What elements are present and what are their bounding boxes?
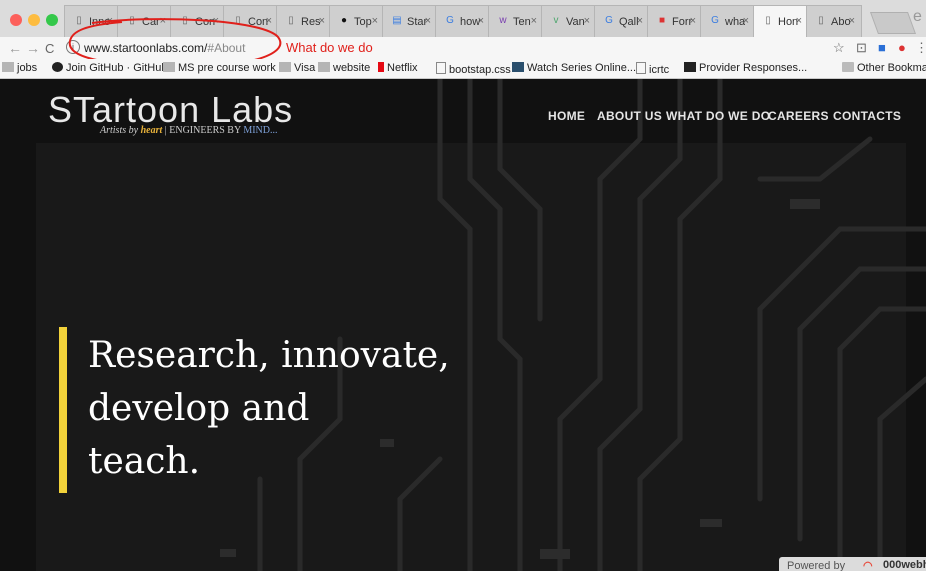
- folder-icon: [318, 62, 330, 72]
- close-tab-icon[interactable]: ×: [849, 15, 855, 27]
- bookmark-item[interactable]: Netflix: [378, 62, 418, 74]
- bookmark-item[interactable]: MS pre course work: [163, 62, 276, 74]
- other-bookmarks[interactable]: Other Bookmarks: [842, 62, 926, 74]
- menu-icon[interactable]: ⋮: [915, 40, 926, 56]
- browser-tab[interactable]: Ghow ×: [435, 5, 491, 37]
- hero-line: teach.: [88, 441, 201, 482]
- browser-tab[interactable]: ▤ Star ×: [382, 5, 438, 37]
- series-icon: [512, 62, 524, 72]
- close-tab-icon[interactable]: ×: [372, 15, 378, 27]
- browser-tab[interactable]: ■ Forr ×: [647, 5, 703, 37]
- w-icon: w: [499, 15, 507, 26]
- new-tab-button[interactable]: [869, 12, 917, 34]
- hero-line: develop and: [88, 388, 310, 429]
- google-icon: G: [711, 15, 719, 26]
- back-icon[interactable]: ←: [8, 40, 22, 56]
- folder-icon: [279, 62, 291, 72]
- hero-line: Research, innovate,: [88, 335, 450, 376]
- github-icon: [52, 62, 63, 72]
- reload-icon[interactable]: C: [45, 41, 54, 56]
- google-icon: G: [446, 15, 454, 26]
- close-tab-icon[interactable]: ×: [743, 15, 749, 27]
- folder-icon: [163, 62, 175, 72]
- browser-tab[interactable]: v Van ×: [541, 5, 597, 37]
- vine-icon: v: [553, 15, 559, 26]
- nav-about-us[interactable]: ABOUT US: [597, 109, 662, 123]
- nav-home[interactable]: HOME: [548, 109, 585, 123]
- annotation-label: What do we do: [286, 40, 373, 55]
- nav-what-do-we-do[interactable]: WHAT DO WE DO: [666, 109, 770, 123]
- bookmark-item[interactable]: icrtc: [636, 62, 669, 76]
- circuit-background: [220, 79, 926, 571]
- page-icon: [636, 62, 646, 74]
- web-page: STartoon Labs Artists by heart | ENGINEE…: [0, 79, 926, 571]
- powered-by-badge[interactable]: Powered by ◠ 000webhost: [779, 557, 926, 571]
- google-icon: G: [605, 15, 613, 26]
- browser-tab[interactable]: ▯ Abo ×: [806, 5, 862, 37]
- page-icon: ▯: [765, 15, 771, 26]
- bookmark-item[interactable]: website: [318, 62, 370, 74]
- nav-contacts[interactable]: CONTACTS: [833, 109, 901, 123]
- bookmark-item[interactable]: Provider Responses...: [684, 62, 807, 74]
- close-tab-icon[interactable]: ×: [584, 15, 590, 27]
- folder-icon: [842, 62, 854, 72]
- nav-careers[interactable]: CAREERS: [768, 109, 829, 123]
- bookmark-item[interactable]: jobs: [2, 62, 37, 74]
- close-tab-icon[interactable]: ×: [425, 15, 431, 27]
- hero-accent-bar: [59, 327, 67, 493]
- netflix-icon: [378, 62, 384, 72]
- hero-heading: Research, innovate, develop and teach.: [88, 329, 450, 488]
- browser-tab[interactable]: w Ten ×: [488, 5, 544, 37]
- bookmark-star-icon[interactable]: ☆: [833, 40, 845, 56]
- close-tab-icon[interactable]: ×: [637, 15, 643, 27]
- forward-icon[interactable]: →: [26, 40, 40, 56]
- page-icon: [436, 62, 446, 74]
- browser-tab[interactable]: ▯ Hon ×: [753, 5, 809, 37]
- site-tagline: Artists by heart | ENGINEERS BY MIND...: [100, 125, 278, 136]
- bookmark-item[interactable]: bootstap.css: [436, 62, 511, 76]
- browser-tab[interactable]: ● Top ×: [329, 5, 385, 37]
- bookmarks-bar: jobs Join GitHub · GitHub MS pre course wo…: [0, 59, 926, 79]
- adblock-icon[interactable]: ●: [898, 40, 906, 55]
- close-window-icon[interactable]: [10, 14, 22, 26]
- profile-icon[interactable]: e: [913, 8, 922, 26]
- page-icon: ▯: [288, 15, 294, 26]
- cast-icon[interactable]: ⊡: [856, 40, 867, 56]
- bookmark-item[interactable]: Join GitHub · GitHub: [52, 62, 167, 74]
- medium-icon: ●: [340, 15, 348, 26]
- uc-icon: [684, 62, 696, 72]
- extension-icon[interactable]: ■: [878, 40, 886, 55]
- close-tab-icon[interactable]: ×: [478, 15, 484, 27]
- bookmark-item[interactable]: Visa: [279, 62, 315, 74]
- bookmark-item[interactable]: Watch Series Online...: [512, 62, 636, 74]
- close-tab-icon[interactable]: ×: [531, 15, 537, 27]
- browser-tab[interactable]: G Qall ×: [594, 5, 650, 37]
- page-icon: ▯: [818, 15, 824, 26]
- minimize-window-icon[interactable]: [28, 14, 40, 26]
- red-icon: ■: [658, 15, 666, 26]
- folder-icon: [2, 62, 14, 72]
- docs-icon: ▤: [392, 15, 402, 26]
- close-tab-icon[interactable]: ×: [690, 15, 696, 27]
- maximize-window-icon[interactable]: [46, 14, 58, 26]
- close-tab-icon[interactable]: ×: [796, 15, 802, 27]
- browser-tab[interactable]: Gwha ×: [700, 5, 756, 37]
- webhost-logo-icon: ◠: [863, 560, 873, 571]
- close-tab-icon[interactable]: ×: [319, 15, 325, 27]
